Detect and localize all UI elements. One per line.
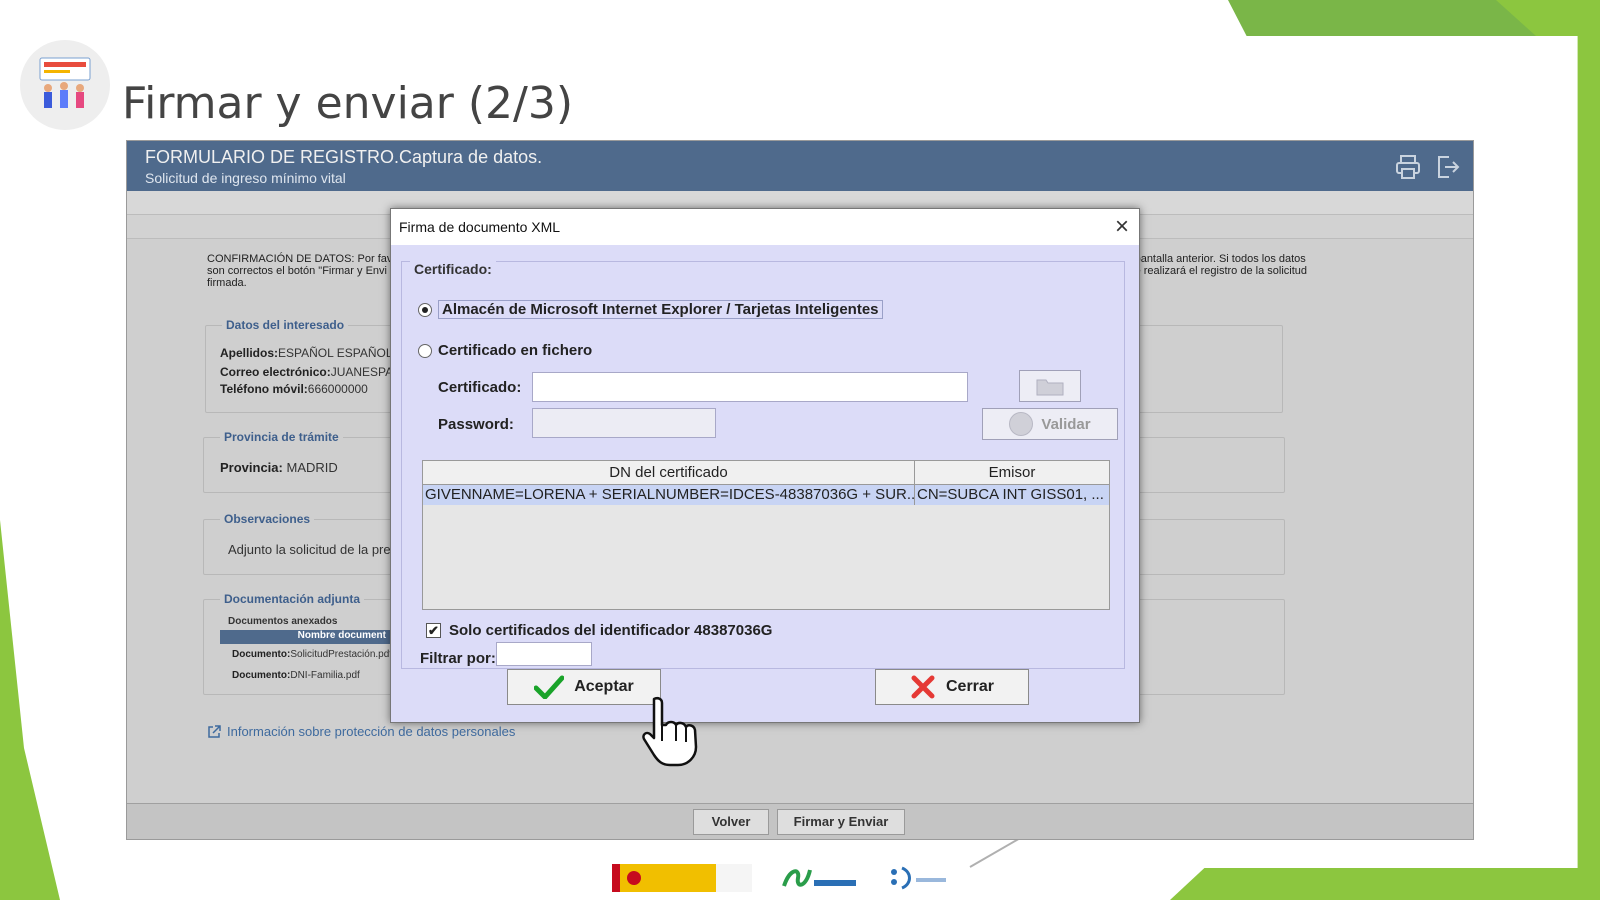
seguridad-social-logo bbox=[782, 869, 856, 887]
password-input[interactable] bbox=[532, 408, 716, 438]
browse-file-button[interactable] bbox=[1019, 370, 1081, 402]
data-protection-link[interactable]: Información sobre protección de datos pe… bbox=[207, 724, 515, 739]
column-emisor[interactable]: Emisor bbox=[915, 461, 1109, 484]
firmar-enviar-button[interactable]: Firmar y Enviar bbox=[777, 809, 905, 835]
cerrar-button[interactable]: Cerrar bbox=[875, 669, 1029, 705]
observaciones-text: Adjunto la solicitud de la pres bbox=[228, 542, 398, 557]
documentos-subheader: Documentos anexados bbox=[228, 616, 338, 627]
apellidos-row: Apellidos:ESPAÑOL ESPAÑOL bbox=[220, 346, 393, 360]
folder-icon bbox=[1036, 379, 1064, 396]
people-illustration-icon bbox=[20, 40, 110, 130]
filter-label: Filtrar por: bbox=[420, 650, 496, 667]
telefono-row: Teléfono móvil:666000000 bbox=[220, 382, 368, 396]
correo-row: Correo electrónico:JUANESPAÑ bbox=[220, 365, 402, 379]
password-label: Password: bbox=[438, 416, 514, 433]
radio-store-option[interactable]: Almacén de Microsoft Internet Explorer /… bbox=[418, 300, 883, 319]
radio-store[interactable] bbox=[418, 302, 432, 317]
identifier-filter-checkbox[interactable]: ✔ bbox=[426, 623, 441, 638]
radio-file-label: Certificado en fichero bbox=[438, 342, 593, 359]
printer-icon[interactable] bbox=[1395, 154, 1421, 180]
xml-signature-dialog: Firma de documento XML × Certificado: Al… bbox=[390, 208, 1140, 723]
identifier-filter-checkbox-row[interactable]: ✔ Solo certificados del identificador 48… bbox=[426, 622, 772, 639]
radio-file[interactable] bbox=[418, 343, 432, 358]
dialog-title: Firma de documento XML bbox=[399, 219, 561, 235]
certificate-table: DN del certificado Emisor GIVENNAME=LORE… bbox=[422, 460, 1110, 610]
document-row[interactable]: Documento:DNI-Familia.pdf bbox=[232, 670, 360, 681]
table-header: DN del certificado Emisor bbox=[423, 461, 1109, 485]
documentacion-legend: Documentación adjunta bbox=[220, 592, 365, 606]
checkbox-label: Solo certificados del identificador 4838… bbox=[449, 622, 773, 639]
logout-icon[interactable] bbox=[1435, 154, 1461, 180]
form-title: FORMULARIO DE REGISTRO.Captura de datos. bbox=[145, 147, 543, 167]
document-row[interactable]: Documento:SolicitudPrestación.pdf bbox=[232, 649, 392, 660]
decorative-line bbox=[969, 836, 1023, 868]
checkmark-icon bbox=[534, 675, 565, 699]
radio-file-option[interactable]: Certificado en fichero bbox=[418, 342, 592, 359]
footer-logos bbox=[612, 864, 948, 892]
provincia-row: Provincia: MADRID bbox=[220, 460, 338, 475]
green-decoration-bottom bbox=[1170, 868, 1600, 900]
certificate-label: Certificado: bbox=[438, 379, 522, 396]
hand-pointer-cursor-icon bbox=[642, 696, 698, 767]
filter-input[interactable] bbox=[496, 642, 592, 666]
documentos-column-header: Nombre document bbox=[220, 630, 390, 644]
certificate-group: Certificado: Almacén de Microsoft Intern… bbox=[401, 261, 1125, 669]
table-row[interactable]: GIVENNAME=LORENA + SERIALNUMBER=IDCES-48… bbox=[423, 485, 1109, 505]
app-header: FORMULARIO DE REGISTRO.Captura de datos.… bbox=[127, 141, 1473, 191]
observaciones-legend: Observaciones bbox=[220, 512, 315, 526]
green-decoration-left bbox=[0, 520, 60, 900]
aceptar-button[interactable]: Aceptar bbox=[507, 669, 661, 705]
form-subtitle: Solicitud de ingreso mínimo vital bbox=[145, 170, 346, 186]
volver-button[interactable]: Volver bbox=[693, 809, 769, 835]
check-circle-icon bbox=[1009, 412, 1034, 436]
inclusion-logo bbox=[891, 866, 946, 890]
radio-store-label: Almacén de Microsoft Internet Explorer /… bbox=[438, 300, 883, 319]
close-icon[interactable]: × bbox=[1115, 213, 1129, 241]
cell-dn: GIVENNAME=LORENA + SERIALNUMBER=IDCES-48… bbox=[425, 485, 915, 505]
external-link-icon bbox=[208, 724, 221, 738]
provincia-legend: Provincia de trámite bbox=[220, 430, 343, 444]
validar-button[interactable]: Validar bbox=[982, 408, 1118, 440]
interesado-legend: Datos del interesado bbox=[222, 318, 349, 332]
dialog-titlebar: Firma de documento XML × bbox=[391, 209, 1139, 245]
government-logo bbox=[612, 864, 752, 892]
red-x-icon bbox=[911, 675, 935, 699]
bottom-action-bar: Volver Firmar y Enviar bbox=[127, 803, 1473, 839]
certificate-input[interactable] bbox=[532, 372, 968, 402]
slide-title: Firmar y enviar (2/3) bbox=[122, 78, 573, 129]
column-dn[interactable]: DN del certificado bbox=[423, 461, 915, 484]
dialog-body: Certificado: Almacén de Microsoft Intern… bbox=[391, 245, 1139, 722]
cell-emisor: CN=SUBCA INT GISS01, ... bbox=[917, 486, 1104, 503]
certificate-legend: Certificado: bbox=[410, 261, 496, 277]
